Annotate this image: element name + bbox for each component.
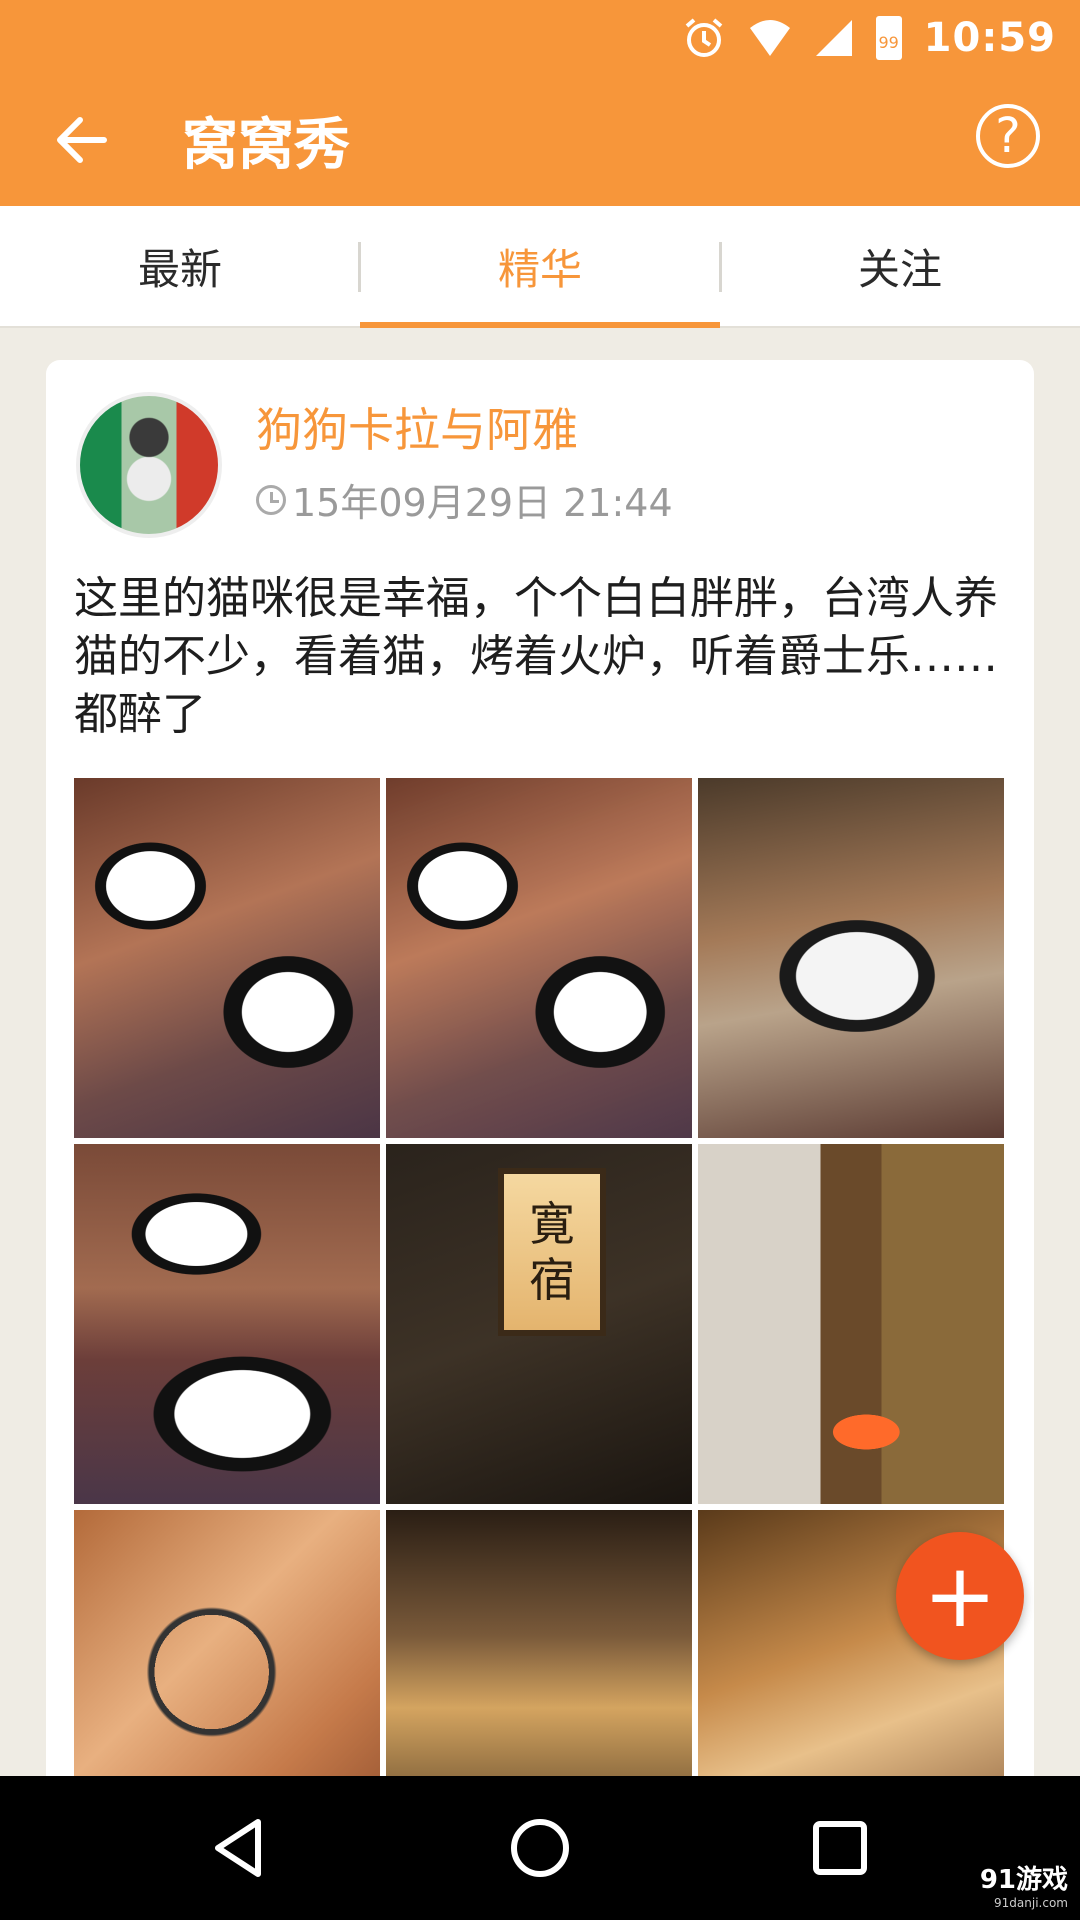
battery-icon: 99 — [875, 16, 902, 60]
photo-cats-2[interactable] — [386, 778, 692, 1138]
help-button[interactable]: ? — [976, 104, 1040, 168]
sign-lantern: 寛 宿 — [498, 1168, 606, 1336]
back-triangle-icon[interactable] — [204, 1812, 276, 1884]
tab-latest[interactable]: 最新 — [0, 206, 360, 326]
watermark: 91游戏 91danji.com — [980, 1859, 1068, 1910]
signal-icon — [815, 20, 852, 56]
status-bar: 99 10:59 — [682, 8, 1056, 68]
photo-cats-4[interactable] — [74, 1144, 380, 1504]
tab-bar: 最新 精华 关注 — [0, 206, 1080, 328]
wifi-icon — [749, 20, 790, 56]
back-arrow-icon[interactable] — [52, 110, 112, 170]
photo-cat-3[interactable] — [698, 778, 1004, 1138]
post-time-row: 15年09月29日 21:44 — [256, 472, 673, 527]
battery-level: 99 — [878, 33, 899, 52]
photo-sign[interactable]: 寛 宿 — [386, 1144, 692, 1504]
tab-divider — [358, 242, 361, 292]
avatar[interactable] — [76, 392, 222, 538]
photo-cats-1[interactable] — [74, 778, 380, 1138]
watermark-brand: 91游戏 — [979, 1865, 1068, 1895]
alarm-icon — [685, 18, 722, 57]
photo-bar[interactable] — [386, 1510, 692, 1820]
watermark-site: 91danji.com — [994, 1896, 1068, 1910]
photo-bike[interactable] — [74, 1510, 380, 1820]
post-username[interactable]: 狗狗卡拉与阿雅 — [256, 394, 578, 460]
post-card[interactable]: 狗狗卡拉与阿雅 15年09月29日 21:44 这里的猫咪很是幸福，个个白白胖胖… — [46, 360, 1034, 1820]
system-nav-bar: 91游戏 91danji.com — [0, 1776, 1080, 1920]
home-circle-icon[interactable] — [504, 1812, 576, 1884]
sign-text: 宿 — [529, 1253, 575, 1307]
tab-featured[interactable]: 精华 — [360, 206, 720, 328]
tab-following[interactable]: 关注 — [720, 206, 1080, 326]
sign-text: 寛 — [529, 1197, 575, 1251]
post-text: 这里的猫咪很是幸福，个个白白胖胖，台湾人养猫的不少，看着猫，烤着火炉，听着爵士乐… — [74, 573, 998, 740]
page-title: 窝窝秀 — [182, 113, 350, 178]
post-timestamp: 15年09月29日 21:44 — [292, 481, 673, 525]
recents-square-icon[interactable] — [804, 1812, 876, 1884]
clock-icon — [256, 484, 286, 515]
photo-grid: 寛 宿 — [74, 778, 1004, 1820]
add-post-button[interactable]: + — [896, 1532, 1024, 1660]
clock-time: 10:59 — [923, 15, 1056, 61]
tab-divider — [719, 242, 722, 292]
photo-stove[interactable] — [698, 1144, 1004, 1504]
app-bar: 99 10:59 窝窝秀 ? — [0, 0, 1080, 206]
